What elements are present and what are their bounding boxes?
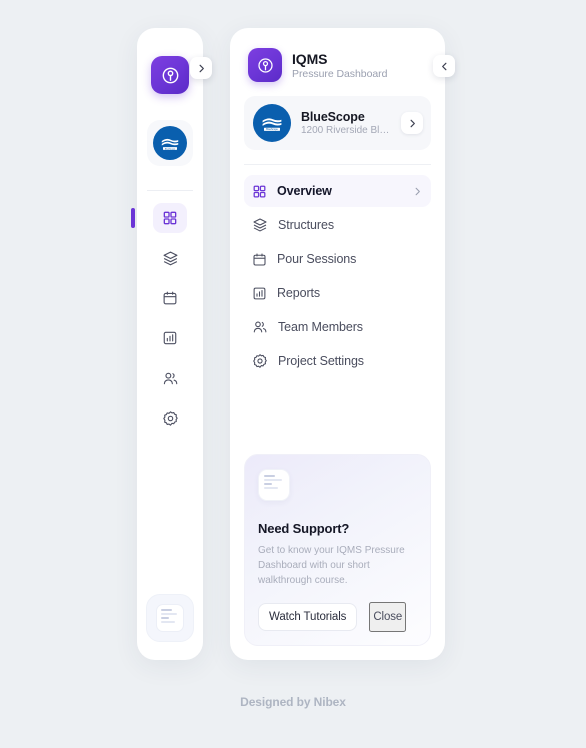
iqms-gauge-icon — [256, 56, 275, 75]
brand-subtitle: Pressure Dashboard — [292, 67, 388, 80]
sidebar-item-pour-sessions[interactable]: Pour Sessions — [244, 243, 431, 275]
support-body: Get to know your IQMS Pressure Dashboard… — [258, 545, 405, 586]
layers-icon — [162, 250, 179, 267]
gear-icon — [162, 410, 179, 427]
sidebar-item-label: Pour Sessions — [277, 252, 357, 266]
grid-icon — [162, 210, 178, 226]
bar-chart-icon — [252, 286, 267, 301]
rail-item-project-settings[interactable] — [153, 403, 187, 433]
organization-name: BlueScope — [301, 110, 365, 124]
sidebar-item-label: Overview — [277, 184, 332, 198]
rail-item-overview[interactable] — [131, 203, 187, 233]
icon-rail: BlueScope — [131, 28, 203, 660]
sidebar-panel: IQMS Pressure Dashboard BlueScope BlueSc… — [230, 28, 445, 660]
watch-tutorials-button[interactable]: Watch Tutorials — [258, 603, 358, 631]
support-title: Need Support? — [258, 521, 350, 536]
close-button[interactable]: Close — [369, 602, 407, 632]
sidebar-item-reports[interactable]: Reports — [244, 277, 431, 309]
organization-chevron-button[interactable] — [401, 112, 423, 134]
svg-text:BlueScope: BlueScope — [165, 148, 176, 150]
calendar-icon — [252, 252, 267, 267]
rail-app-logo[interactable] — [151, 56, 189, 94]
gear-icon — [252, 353, 268, 369]
sidebar-item-team-members[interactable]: Team Members — [244, 311, 431, 343]
iqms-gauge-icon — [160, 65, 181, 86]
svg-text:BlueScope: BlueScope — [266, 128, 278, 131]
brand-header: IQMS Pressure Dashboard — [244, 28, 431, 96]
rail-org-logo[interactable]: BlueScope — [147, 120, 193, 166]
chevron-right-icon — [412, 186, 423, 197]
users-icon — [252, 319, 268, 335]
panel-collapse-button[interactable] — [433, 55, 455, 77]
bluescope-logo-icon: BlueScope — [253, 104, 291, 142]
rail-item-structures[interactable] — [153, 243, 187, 273]
organization-switcher[interactable]: BlueScope BlueScope 1200 Riverside Blvd,… — [244, 96, 431, 150]
footer-credit: Designed by Nibex — [240, 695, 346, 709]
rail-item-pour-sessions[interactable] — [153, 283, 187, 313]
chevron-left-icon — [439, 61, 450, 72]
sidebar-item-label: Structures — [278, 218, 334, 232]
sidebar-item-project-settings[interactable]: Project Settings — [244, 345, 431, 377]
main-navigation: Overview Structures Pour Sessions Report… — [244, 175, 431, 377]
chevron-right-icon — [407, 118, 418, 129]
chevron-right-icon — [196, 63, 207, 74]
users-icon — [162, 370, 179, 387]
rail-collapse-button[interactable] — [190, 57, 212, 79]
support-card: Need Support? Get to know your IQMS Pres… — [244, 454, 431, 646]
sidebar-item-label: Project Settings — [278, 354, 364, 368]
panel-divider — [244, 164, 431, 165]
rail-item-list — [131, 203, 203, 433]
active-indicator — [131, 208, 135, 228]
calendar-icon — [162, 290, 178, 306]
sidebar-item-label: Reports — [277, 286, 321, 300]
sidebar-item-structures[interactable]: Structures — [244, 209, 431, 241]
rail-divider — [147, 190, 193, 191]
organization-address: 1200 Riverside Blvd,... — [301, 125, 391, 136]
tutorial-card-icon — [156, 604, 184, 632]
layers-icon — [252, 217, 268, 233]
rail-item-team-members[interactable] — [153, 363, 187, 393]
sidebar-item-overview[interactable]: Overview — [244, 175, 431, 207]
support-actions: Watch Tutorials Close — [258, 602, 417, 632]
tutorial-card-icon — [258, 469, 290, 501]
rail-tutorial-button[interactable] — [146, 594, 194, 642]
rail-item-reports[interactable] — [153, 323, 187, 353]
page-title: IQMS — [292, 50, 328, 67]
bar-chart-icon — [162, 330, 178, 346]
brand-logo — [248, 48, 282, 82]
bluescope-logo-icon: BlueScope — [153, 126, 187, 160]
grid-icon — [252, 184, 267, 199]
sidebar-item-label: Team Members — [278, 320, 363, 334]
